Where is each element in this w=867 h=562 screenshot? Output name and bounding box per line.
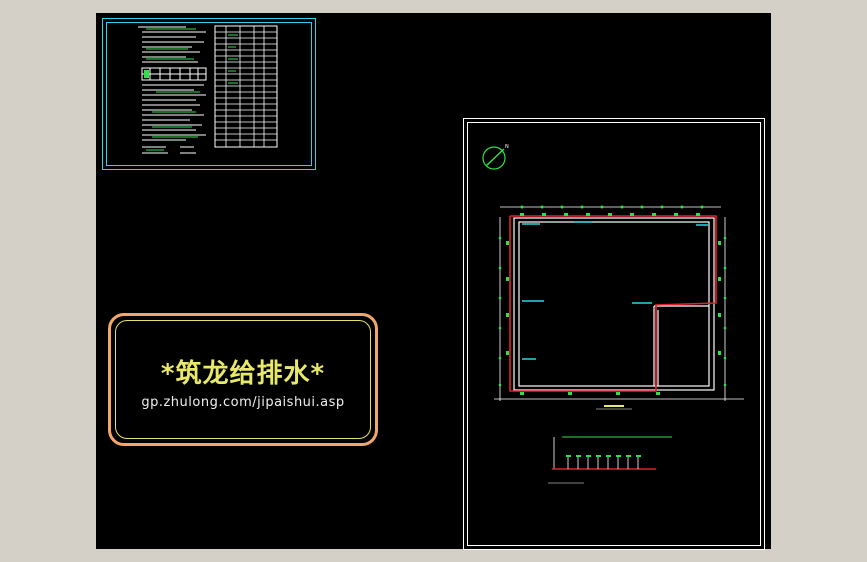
floor-plan-drawing: N: [482, 144, 744, 484]
watermark-url: gp.zhulong.com/jipaishui.asp: [141, 395, 345, 410]
watermark-title: *筑龙给排水*: [160, 359, 326, 389]
watermark-box: *筑龙给排水* gp.zhulong.com/jipaishui.asp: [108, 313, 378, 446]
cad-model-space[interactable]: N *筑龙给排水* gp.zhulong.com/jipaishui.asp: [96, 13, 771, 550]
north-arrow-icon: N: [482, 144, 509, 170]
svg-text:N: N: [505, 144, 509, 150]
